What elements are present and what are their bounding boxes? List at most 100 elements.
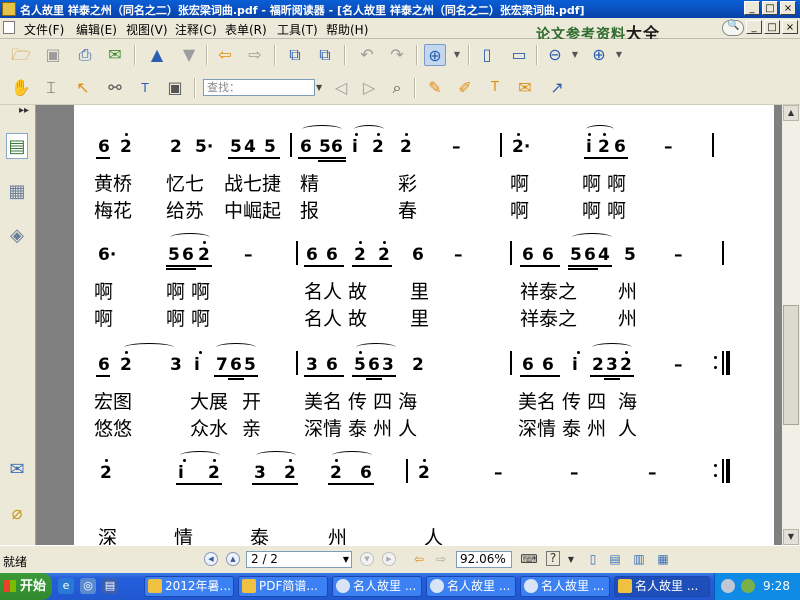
layers-panel-icon[interactable]: ◈ bbox=[6, 223, 28, 249]
redo-icon[interactable]: ↷ bbox=[386, 44, 408, 66]
attachments-panel-icon[interactable]: ⌀ bbox=[6, 501, 28, 527]
menu-tools[interactable]: 工具(T) bbox=[277, 21, 318, 38]
note: – bbox=[674, 355, 683, 375]
previous-page-icon[interactable]: ▲ bbox=[146, 44, 168, 66]
arrow-tool-icon[interactable]: ↗ bbox=[546, 77, 568, 99]
search-document-icon[interactable]: ⌕ bbox=[386, 77, 408, 99]
task-pdf-3[interactable]: 名人故里 ... bbox=[520, 576, 610, 597]
doc-minimize-button[interactable]: _ bbox=[746, 20, 762, 34]
lyric: 啊 bbox=[94, 281, 114, 303]
vertical-scrollbar[interactable]: ▲ ▼ bbox=[782, 105, 800, 545]
quicklaunch-icon[interactable]: ◎ bbox=[80, 578, 96, 594]
minimize-button[interactable]: _ bbox=[744, 1, 760, 15]
select-arrow-icon[interactable]: ↖ bbox=[72, 77, 94, 99]
task-pdf-active[interactable]: 名人故里 ... bbox=[614, 576, 710, 597]
fit-width-icon[interactable]: ▭ bbox=[508, 44, 530, 66]
doc-close-button[interactable]: × bbox=[782, 20, 798, 34]
save-icon[interactable]: ▣ bbox=[42, 44, 64, 66]
open-folder-icon[interactable]: 🗁 bbox=[10, 44, 32, 66]
email-icon[interactable]: ✉ bbox=[104, 44, 126, 66]
zoom-out-icon[interactable]: ⊖ bbox=[544, 44, 566, 66]
scroll-thumb[interactable] bbox=[783, 305, 799, 425]
zoom-tool-dropdown-icon[interactable]: ▼ bbox=[452, 44, 462, 66]
scroll-up-icon[interactable]: ▲ bbox=[783, 105, 799, 121]
undo-icon[interactable]: ↶ bbox=[356, 44, 378, 66]
menu-view[interactable]: 视图(V) bbox=[126, 21, 168, 38]
back-arrow-icon[interactable]: ⇦ bbox=[214, 44, 236, 66]
barline bbox=[722, 241, 724, 265]
task-pdf-1[interactable]: 名人故里 ... bbox=[332, 576, 422, 597]
continuous-facing-icon[interactable]: ▦ bbox=[654, 551, 672, 568]
select-text-icon[interactable]: ⌶ bbox=[40, 77, 62, 99]
continuous-page-icon[interactable]: ▤ bbox=[606, 551, 624, 568]
go-forward-icon[interactable]: ⇨ bbox=[432, 551, 450, 568]
menu-form[interactable]: 表单(R) bbox=[225, 21, 267, 38]
single-page-icon[interactable]: ▯ bbox=[584, 551, 602, 568]
start-button[interactable]: 开始 bbox=[0, 573, 52, 600]
barline bbox=[296, 241, 298, 265]
barline bbox=[290, 133, 292, 157]
doc-restore-button[interactable]: □ bbox=[764, 20, 780, 34]
zoom-in-dropdown-icon[interactable]: ▼ bbox=[614, 44, 624, 66]
extract-page-icon[interactable]: ⧉ bbox=[284, 44, 306, 66]
zoom-field[interactable]: 92.06% bbox=[456, 551, 512, 568]
find-dropdown-icon[interactable]: ▼ bbox=[316, 79, 324, 96]
typewriter-icon[interactable]: ✎ bbox=[424, 77, 446, 99]
bookmarks-panel-icon[interactable]: ▦ bbox=[6, 179, 28, 205]
collapse-panel-icon[interactable]: ▸▸ bbox=[19, 105, 29, 116]
binoculars-icon[interactable]: ⚯ bbox=[104, 77, 126, 99]
tray-icon-1[interactable] bbox=[721, 579, 735, 593]
note-icon[interactable]: ✉ bbox=[514, 77, 536, 99]
page-dropdown-icon[interactable]: ▼ bbox=[343, 552, 349, 567]
next-page-status-icon[interactable]: ▼ bbox=[360, 552, 374, 566]
forward-arrow-icon[interactable]: ⇨ bbox=[244, 44, 266, 66]
task-folder-1[interactable]: 2012年暑... bbox=[144, 576, 234, 597]
task-pdf-2[interactable]: 名人故里 ... bbox=[426, 576, 516, 597]
help-icon[interactable]: ? bbox=[546, 551, 560, 566]
go-back-icon[interactable]: ⇦ bbox=[410, 551, 428, 568]
menu-help[interactable]: 帮助(H) bbox=[326, 21, 368, 38]
menu-comment[interactable]: 注释(C) bbox=[175, 21, 217, 38]
close-button[interactable]: × bbox=[780, 1, 796, 15]
find-next-icon[interactable]: ▷ bbox=[358, 77, 380, 99]
page-number-field[interactable]: 2 / 2 ▼ bbox=[246, 551, 352, 568]
fit-page-icon[interactable]: ▯ bbox=[476, 44, 498, 66]
scroll-down-icon[interactable]: ▼ bbox=[783, 529, 799, 545]
comments-panel-icon[interactable]: ✉ bbox=[6, 457, 28, 483]
insert-page-icon[interactable]: ⧉ bbox=[314, 44, 336, 66]
menu-file[interactable]: 文件(F) bbox=[24, 21, 64, 38]
note: 2 bbox=[620, 355, 632, 375]
help-dropdown-icon[interactable]: ▼ bbox=[562, 551, 580, 568]
snapshot-icon[interactable]: ▣ bbox=[164, 77, 186, 99]
text-icon[interactable]: T bbox=[134, 77, 156, 99]
next-page-icon[interactable]: ▼ bbox=[178, 44, 200, 66]
find-input[interactable]: 查找： bbox=[203, 79, 315, 96]
zoom-in-icon[interactable]: ⊕ bbox=[588, 44, 610, 66]
task-folder-2[interactable]: PDF简谱... bbox=[238, 576, 328, 597]
document-icon[interactable] bbox=[3, 21, 15, 34]
print-icon[interactable]: ⎙ bbox=[74, 44, 96, 66]
ie-icon[interactable]: e bbox=[58, 578, 74, 594]
textbox-icon[interactable]: T bbox=[484, 77, 506, 99]
maximize-button[interactable]: □ bbox=[762, 1, 778, 15]
search-icon[interactable] bbox=[722, 20, 744, 36]
document-viewport[interactable]: 6 2 2 5· 5 4 5 6 5 6 i 2 2 – 2· i 2 6 – bbox=[36, 105, 782, 545]
zoom-in-tool-icon[interactable]: ⊕ bbox=[424, 44, 446, 66]
tray-icon-2[interactable] bbox=[741, 579, 755, 593]
note: 7 bbox=[216, 355, 228, 375]
facing-page-icon[interactable]: ▥ bbox=[630, 551, 648, 568]
keyboard-icon[interactable]: ⌨ bbox=[520, 551, 538, 568]
prev-page-icon[interactable]: ▲ bbox=[226, 552, 240, 566]
show-desktop-icon[interactable]: ▤ bbox=[102, 578, 118, 594]
barline bbox=[510, 351, 512, 375]
zoom-out-dropdown-icon[interactable]: ▼ bbox=[570, 44, 580, 66]
pages-panel-icon[interactable]: ▤ bbox=[6, 133, 28, 159]
hand-tool-icon[interactable]: ✋ bbox=[10, 77, 32, 99]
menu-edit[interactable]: 编辑(E) bbox=[76, 21, 117, 38]
note: 6 bbox=[614, 137, 626, 157]
lyric: 州 bbox=[328, 527, 348, 545]
last-page-icon[interactable]: ▶ bbox=[382, 552, 396, 566]
first-page-icon[interactable]: ◀ bbox=[204, 552, 218, 566]
find-previous-icon[interactable]: ◁ bbox=[330, 77, 352, 99]
highlighter-icon[interactable]: ✐ bbox=[454, 77, 476, 99]
